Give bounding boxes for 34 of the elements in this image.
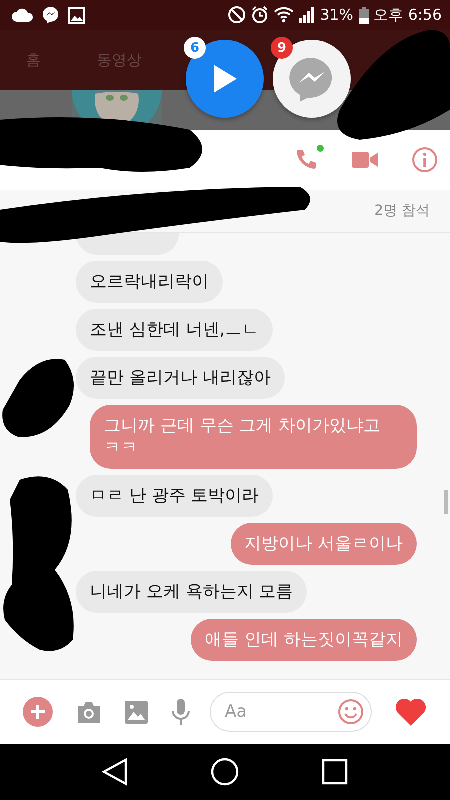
message-bubble: 애들 인데 하는짓이꼭같지 xyxy=(191,619,417,661)
alarm-icon xyxy=(251,6,270,24)
message-bubble: 오르락내리락이 xyxy=(76,261,223,303)
message-input[interactable]: Aa xyxy=(210,692,372,732)
scroll-bar xyxy=(444,490,448,514)
message-bubble: 니네가 오케 욕하는지 모름 xyxy=(76,571,308,613)
participant-count: 2명 참석 xyxy=(374,202,430,220)
wifi-icon xyxy=(274,7,294,23)
signal-icon xyxy=(299,7,316,23)
camera-icon[interactable] xyxy=(76,701,102,723)
clock: 오후 6:56 xyxy=(374,6,442,24)
image-icon[interactable] xyxy=(125,700,148,724)
plus-icon[interactable] xyxy=(23,697,53,727)
messenger-icon xyxy=(42,6,60,24)
message-bubble: 끝만 올리거나 내리잖아 xyxy=(76,357,285,399)
microphone-icon[interactable] xyxy=(171,699,191,725)
cloud-icon xyxy=(12,8,34,22)
info-icon[interactable] xyxy=(412,147,438,173)
message-bubble: 조낸 심한데 너넨,ㅡㄴ xyxy=(76,309,274,351)
image-icon xyxy=(68,6,85,24)
smiley-icon[interactable] xyxy=(338,699,364,725)
video-camera-icon[interactable] xyxy=(352,151,378,169)
message-bubble: 지방이나 서울ㄹ이나 xyxy=(230,523,417,565)
home-icon[interactable] xyxy=(210,758,239,786)
battery-icon xyxy=(358,6,369,24)
play-icon xyxy=(212,64,238,94)
phone-icon[interactable] xyxy=(294,148,318,172)
recents-icon[interactable] xyxy=(322,759,348,785)
heart-icon[interactable] xyxy=(395,698,427,726)
message-bubble: ㅁㄹ 난 광주 토박이라 xyxy=(76,475,274,517)
battery-percent: 31% xyxy=(320,6,354,24)
message-bubble: 그니까 근데 무슨 그게 차이가있냐고 ㅋㅋ xyxy=(90,405,417,469)
block-icon xyxy=(228,6,246,24)
back-icon[interactable] xyxy=(102,758,128,786)
